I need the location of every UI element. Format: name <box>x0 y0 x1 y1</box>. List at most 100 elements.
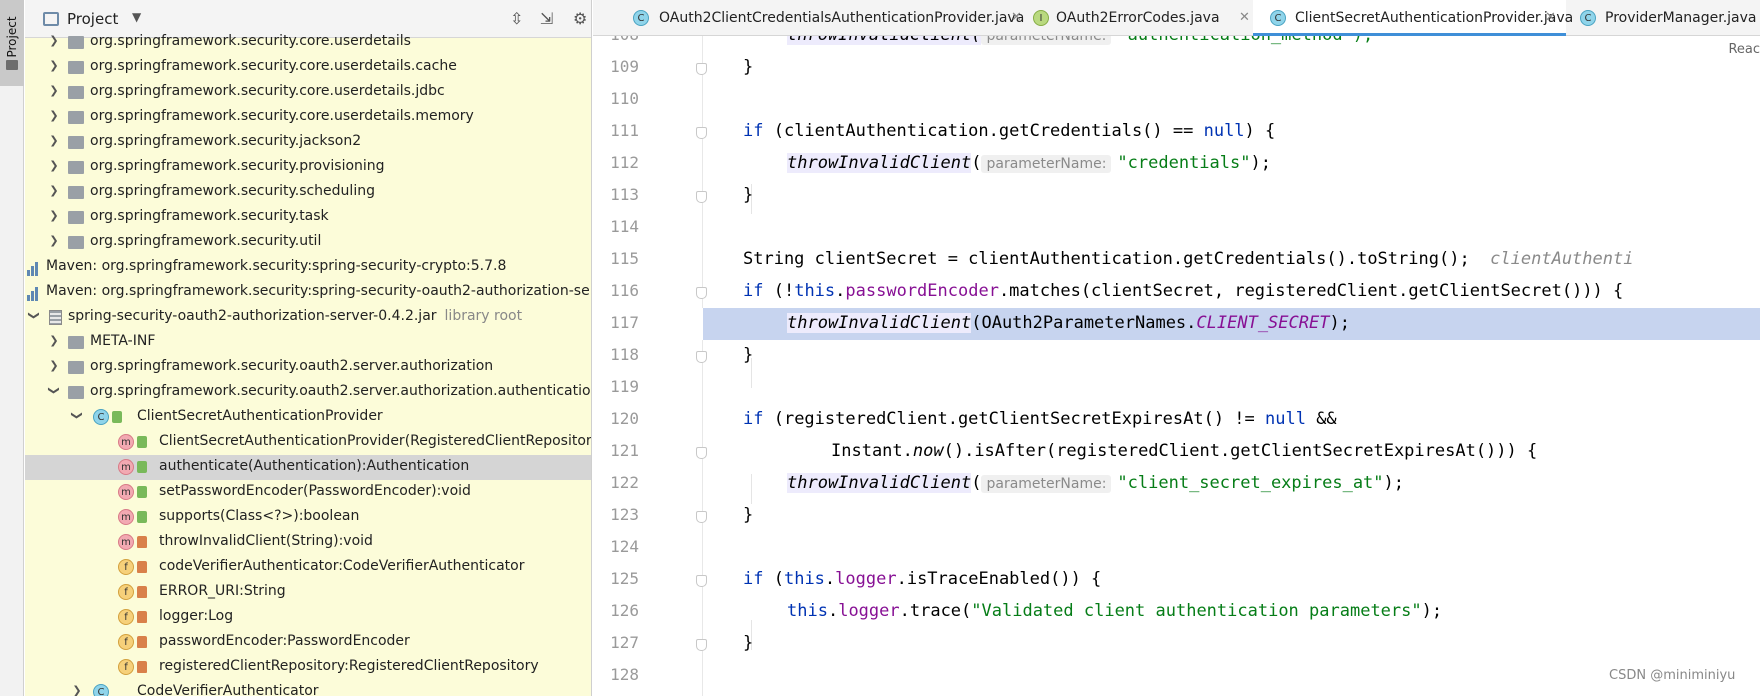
line-number: 111 <box>610 121 639 140</box>
tree-row-label: org.springframework.security.task <box>90 208 329 224</box>
chevron-down-icon[interactable]: ❯ <box>28 310 41 322</box>
tree-row[interactable]: ❯ org.springframework.security.task <box>25 205 591 230</box>
tree-row[interactable]: f registeredClientRepository:RegisteredC… <box>25 655 591 680</box>
chevron-down-icon[interactable]: ❯ <box>71 410 84 422</box>
code-line[interactable]: 118 } <box>593 340 1760 372</box>
code-line[interactable]: 128 <box>593 660 1760 692</box>
tree-row[interactable]: f codeVerifierAuthenticator:CodeVerifier… <box>25 555 591 580</box>
tree-row[interactable]: ❯ org.springframework.security.util <box>25 230 591 255</box>
code-editor[interactable]: 108 throwInvalidClient(parameterName:"au… <box>593 36 1760 696</box>
tree-row-label: org.springframework.security.oauth2.serv… <box>90 383 592 399</box>
settings-gear-icon[interactable]: ⚙ <box>573 9 587 28</box>
tree-row[interactable]: ❯ org.springframework.security.core.user… <box>25 55 591 80</box>
tree-row[interactable]: f passwordEncoder:PasswordEncoder <box>25 630 591 655</box>
chevron-down-icon[interactable]: ▼ <box>132 10 141 24</box>
class-icon: C <box>633 10 649 26</box>
tree-row[interactable]: m authenticate(Authentication):Authentic… <box>25 455 591 480</box>
tree-row[interactable]: ❯ org.springframework.security.core.user… <box>25 30 591 55</box>
chevron-right-icon[interactable]: ❯ <box>48 34 60 47</box>
code-text: this.logger.trace("Validated client auth… <box>787 601 1443 621</box>
code-line[interactable]: 121 Instant.now().isAfter(registeredClie… <box>593 436 1760 468</box>
expand-all-icon[interactable]: ⇳ <box>510 9 523 28</box>
tree-row[interactable]: f logger:Log <box>25 605 591 630</box>
tree-row[interactable]: Maven: org.springframework.security:spri… <box>25 255 591 280</box>
chevron-right-icon[interactable]: ❯ <box>48 134 60 147</box>
tab-oauth2-client-credentials-provider[interactable]: C OAuth2ClientCredentialsAuthenticationP… <box>593 0 1024 36</box>
tree-row-label: org.springframework.security.oauth2.serv… <box>90 358 494 374</box>
code-line[interactable]: 112 throwInvalidClient(parameterName: "cr… <box>593 148 1760 180</box>
code-line-current[interactable]: 117 throwInvalidClient(OAuth2ParameterNa… <box>593 308 1760 340</box>
tree-row[interactable]: ❯ org.springframework.security.oauth2.se… <box>25 355 591 380</box>
tree-row[interactable]: ❯ org.springframework.security.core.user… <box>25 80 591 105</box>
chevron-right-icon[interactable]: ❯ <box>48 234 60 247</box>
code-line[interactable]: 126 this.logger.trace("Validated client … <box>593 596 1760 628</box>
tree-row[interactable]: ❯ org.springframework.security.schedulin… <box>25 180 591 205</box>
tree-row-label: setPasswordEncoder(PasswordEncoder):void <box>159 483 471 499</box>
project-view-icon <box>43 12 59 26</box>
code-line[interactable]: 125 if (this.logger.isTraceEnabled()) { <box>593 564 1760 596</box>
project-panel-title[interactable]: Project <box>67 10 118 28</box>
tab-client-secret-authentication-provider[interactable]: C ClientSecretAuthenticationProvider.jav… <box>1253 0 1573 36</box>
code-line[interactable]: 123 } <box>593 500 1760 532</box>
code-line[interactable]: 108 throwInvalidClient(parameterName:"au… <box>593 36 1760 52</box>
chevron-right-icon[interactable]: ❯ <box>48 209 60 222</box>
tree-row-label: supports(Class<?>):boolean <box>159 508 360 524</box>
tree-row[interactable]: ❯ META-INF <box>25 330 591 355</box>
fold-marker-icon[interactable] <box>696 511 707 523</box>
package-folder-icon <box>68 111 84 124</box>
tree-row[interactable]: m ClientSecretAuthenticationProvider(Reg… <box>25 430 591 455</box>
fold-marker-icon[interactable] <box>696 575 707 587</box>
reader-mode-toggle[interactable]: Reac <box>1728 42 1760 57</box>
chevron-right-icon[interactable]: ❯ <box>71 684 83 696</box>
code-line[interactable]: 127 } <box>593 628 1760 660</box>
chevron-right-icon[interactable]: ❯ <box>48 334 60 347</box>
tab-oauth2-error-codes[interactable]: I OAuth2ErrorCodes.java ✕ <box>1033 0 1269 36</box>
tree-row[interactable]: ❯ org.springframework.security.oauth2.se… <box>25 380 592 405</box>
tree-row[interactable]: ❯ C ClientSecretAuthenticationProvider <box>25 405 591 430</box>
code-line[interactable]: 109 } <box>593 52 1760 84</box>
chevron-right-icon[interactable]: ❯ <box>48 184 60 197</box>
chevron-right-icon[interactable]: ❯ <box>48 59 60 72</box>
chevron-right-icon[interactable]: ❯ <box>48 109 60 122</box>
fold-marker-icon[interactable] <box>696 447 707 459</box>
collapse-all-icon[interactable]: ⇲ <box>540 9 553 28</box>
tree-row[interactable]: m supports(Class<?>):boolean <box>25 505 591 530</box>
code-text: throwInvalidClient(parameterName: "creden… <box>787 153 1271 173</box>
fold-marker-icon[interactable] <box>696 191 707 203</box>
code-line[interactable]: 114 <box>593 212 1760 244</box>
fold-marker-icon[interactable] <box>696 351 707 363</box>
close-icon[interactable]: ✕ <box>1239 10 1250 25</box>
project-tool-tab[interactable]: Project <box>0 0 24 86</box>
close-icon[interactable]: ✕ <box>1545 10 1556 25</box>
package-folder-icon <box>68 161 84 174</box>
tree-row[interactable]: ❯ org.springframework.security.core.user… <box>25 105 591 130</box>
fold-marker-icon[interactable] <box>696 639 707 651</box>
code-line[interactable]: 115 String clientSecret = clientAuthenti… <box>593 244 1760 276</box>
code-line[interactable]: 110 <box>593 84 1760 116</box>
code-line[interactable]: 124 <box>593 532 1760 564</box>
code-line[interactable]: 122 throwInvalidClient(parameterName: "cl… <box>593 468 1760 500</box>
tree-row[interactable]: ❯ C CodeVerifierAuthenticator <box>25 680 591 696</box>
fold-marker-icon[interactable] <box>696 287 707 299</box>
tree-row[interactable]: f ERROR_URI:String <box>25 580 591 605</box>
chevron-right-icon[interactable]: ❯ <box>48 84 60 97</box>
close-icon[interactable]: ✕ <box>1011 10 1022 25</box>
tree-row[interactable]: Maven: org.springframework.security:spri… <box>25 280 591 305</box>
chevron-right-icon[interactable]: ❯ <box>48 159 60 172</box>
fold-marker-icon[interactable] <box>696 127 707 139</box>
code-text: } <box>743 57 754 77</box>
code-line[interactable]: 116 if (!this.passwordEncoder.matches(cl… <box>593 276 1760 308</box>
chevron-down-icon[interactable]: ❯ <box>48 385 61 397</box>
tree-row[interactable]: m setPasswordEncoder(PasswordEncoder):vo… <box>25 480 591 505</box>
fold-marker-icon[interactable] <box>696 63 707 75</box>
code-line[interactable]: 119 <box>593 372 1760 404</box>
code-line[interactable]: 113 } <box>593 180 1760 212</box>
tree-row[interactable]: ❯ org.springframework.security.jackson2 <box>25 130 591 155</box>
tree-row[interactable]: m throwInvalidClient(String):void <box>25 530 591 555</box>
tab-provider-manager[interactable]: C ProviderManager.java <box>1573 0 1760 36</box>
code-line[interactable]: 111 if (clientAuthentication.getCredenti… <box>593 116 1760 148</box>
tree-row[interactable]: ❯ spring-security-oauth2-authorization-s… <box>25 305 591 330</box>
chevron-right-icon[interactable]: ❯ <box>48 359 60 372</box>
tree-row[interactable]: ❯ org.springframework.security.provision… <box>25 155 591 180</box>
code-line[interactable]: 120 if (registeredClient.getClientSecret… <box>593 404 1760 436</box>
